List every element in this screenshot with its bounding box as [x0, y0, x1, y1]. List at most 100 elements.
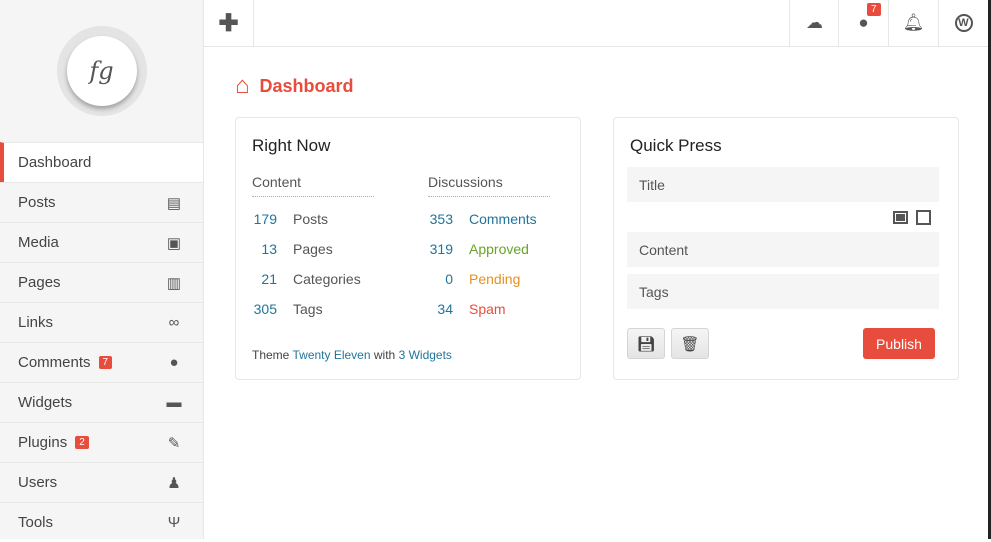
- label[interactable]: Spam: [469, 301, 506, 331]
- pages-icon: ▥: [166, 274, 182, 292]
- sidebar-item-label: Dashboard: [18, 154, 92, 171]
- widgets-icon: ▬: [166, 394, 182, 411]
- content-header: Content: [252, 174, 374, 197]
- sidebar-item-label-wrap: Users: [18, 474, 165, 491]
- publish-button[interactable]: Publish: [863, 328, 935, 359]
- add-image-icon[interactable]: [893, 211, 908, 224]
- sidebar-item-label-wrap: Links: [18, 314, 165, 331]
- comments-icon: ●: [858, 13, 869, 32]
- label: Pages: [293, 241, 333, 257]
- title-input[interactable]: Title: [627, 167, 939, 202]
- count[interactable]: 21: [252, 271, 277, 301]
- content-row[interactable]: 21 Categories: [252, 271, 374, 301]
- count[interactable]: 305: [252, 301, 277, 331]
- discussion-row[interactable]: 353 Comments: [428, 211, 550, 241]
- topbar: ✚ ☁ ● 7 🔔︎ W: [204, 0, 988, 47]
- quick-press-title: Quick Press: [630, 136, 722, 155]
- comments-badge: 7: [867, 3, 881, 16]
- sidebar-item-media[interactable]: Media ▣: [0, 222, 203, 262]
- cloud-button[interactable]: ☁: [789, 0, 839, 46]
- sidebar-item-label: Links: [18, 314, 54, 331]
- add-new-button[interactable]: ✚: [204, 0, 254, 46]
- count[interactable]: 13: [252, 241, 277, 271]
- trash-icon: 🗑︎: [680, 335, 700, 353]
- discussion-row[interactable]: 34 Spam: [428, 301, 550, 331]
- count[interactable]: 0: [428, 271, 453, 301]
- theme-prefix: Theme: [252, 348, 290, 362]
- sidebar-item-users[interactable]: Users ♟: [0, 462, 203, 502]
- sidebar-item-links[interactable]: Links ∞: [0, 302, 203, 342]
- sidebar-item-tools[interactable]: Tools Ψ: [0, 502, 203, 542]
- sidebar-item-label: Users: [18, 474, 58, 491]
- link-icon: ∞: [168, 314, 180, 331]
- quick-press-panel: Quick Press Title Content Tags 💾︎ 🗑︎ Pub…: [613, 117, 959, 380]
- notifications-button[interactable]: 🔔︎: [888, 0, 938, 46]
- sidebar-item-label-wrap: Comments 7: [18, 354, 165, 371]
- add-media-icon[interactable]: [916, 210, 931, 225]
- theme-with: with: [373, 348, 396, 362]
- save-draft-button[interactable]: 💾︎: [627, 328, 665, 359]
- content-row[interactable]: 305 Tags: [252, 301, 374, 331]
- comments-icon: ●: [169, 354, 179, 371]
- label: Categories: [293, 271, 361, 287]
- delete-button[interactable]: 🗑︎: [671, 328, 709, 359]
- discussion-row[interactable]: 0 Pending: [428, 271, 550, 301]
- sidebar-item-label-wrap: Pages: [18, 274, 165, 291]
- sidebar-item-label: Widgets: [18, 394, 73, 411]
- sidebar-item-plugins[interactable]: Plugins 2 ✎: [0, 422, 203, 462]
- label: Tags: [293, 301, 323, 317]
- sidebar-item-pages[interactable]: Pages ▥: [0, 262, 203, 302]
- count[interactable]: 34: [428, 301, 453, 331]
- comments-button[interactable]: ● 7: [838, 0, 888, 46]
- sidebar-item-label: Tools: [18, 514, 54, 531]
- home-icon: ⌂: [235, 72, 250, 99]
- content-row[interactable]: 13 Pages: [252, 241, 374, 271]
- bell-icon: 🔔︎: [902, 13, 925, 32]
- sidebar-item-label: Comments: [18, 354, 91, 371]
- sidebar-item-label-wrap: Dashboard: [18, 154, 183, 171]
- theme-link[interactable]: Twenty Eleven: [292, 348, 370, 362]
- sidebar-item-label-wrap: Media: [18, 234, 165, 251]
- label[interactable]: Comments: [469, 211, 537, 241]
- widgets-link[interactable]: 3 Widgets: [399, 348, 452, 362]
- discussion-row[interactable]: 319 Approved: [428, 241, 550, 271]
- theme-info: Theme Twenty Eleven with 3 Widgets: [252, 348, 452, 362]
- sidebar-item-comments[interactable]: Comments 7 ●: [0, 342, 203, 382]
- count-badge: 7: [98, 356, 113, 369]
- logo[interactable]: fg: [56, 26, 147, 116]
- image-icon: ▣: [166, 234, 182, 252]
- count[interactable]: 179: [252, 211, 277, 241]
- sidebar-item-dashboard[interactable]: Dashboard: [0, 142, 203, 182]
- page-title: ⌂ Dashboard: [235, 72, 354, 100]
- sidebar: fg Dashboard Posts ▤ Media ▣ Pages ▥ Links ∞ Comm…: [0, 0, 204, 539]
- sidebar-item-label-wrap: Widgets: [18, 394, 165, 411]
- sidebar-item-label: Pages: [18, 274, 61, 291]
- sidebar-item-label: Posts: [18, 194, 56, 211]
- posts-icon: ▤: [166, 194, 182, 212]
- plug-icon: ✎: [167, 434, 181, 452]
- count[interactable]: 319: [428, 241, 453, 271]
- plus-icon: ✚: [218, 9, 239, 37]
- content-row[interactable]: 179 Posts: [252, 211, 374, 241]
- tools-icon: Ψ: [167, 514, 181, 531]
- sidebar-item-label-wrap: Plugins 2: [18, 434, 165, 451]
- wordpress-button[interactable]: W: [938, 0, 988, 46]
- count[interactable]: 353: [428, 211, 453, 241]
- right-now-panel: Right Now Content 179 Posts 13 Pages 21 Catego…: [235, 117, 581, 380]
- page-title-text: Dashboard: [259, 75, 354, 96]
- sidebar-item-widgets[interactable]: Widgets ▬: [0, 382, 203, 422]
- label[interactable]: Pending: [469, 271, 520, 301]
- discussions-header: Discussions: [428, 174, 550, 197]
- content-input[interactable]: Content: [627, 232, 939, 267]
- label: Posts: [293, 211, 329, 227]
- logo-mark: fg: [66, 36, 137, 106]
- logo-area: fg: [0, 0, 203, 142]
- sidebar-item-posts[interactable]: Posts ▤: [0, 182, 203, 222]
- sidebar-item-label-wrap: Tools: [18, 514, 165, 531]
- tags-input[interactable]: Tags: [627, 274, 939, 309]
- right-now-title: Right Now: [252, 136, 331, 155]
- wordpress-icon: W: [954, 14, 973, 32]
- sidebar-item-label-wrap: Posts: [18, 194, 165, 211]
- user-icon: ♟: [167, 474, 181, 492]
- label[interactable]: Approved: [469, 241, 529, 271]
